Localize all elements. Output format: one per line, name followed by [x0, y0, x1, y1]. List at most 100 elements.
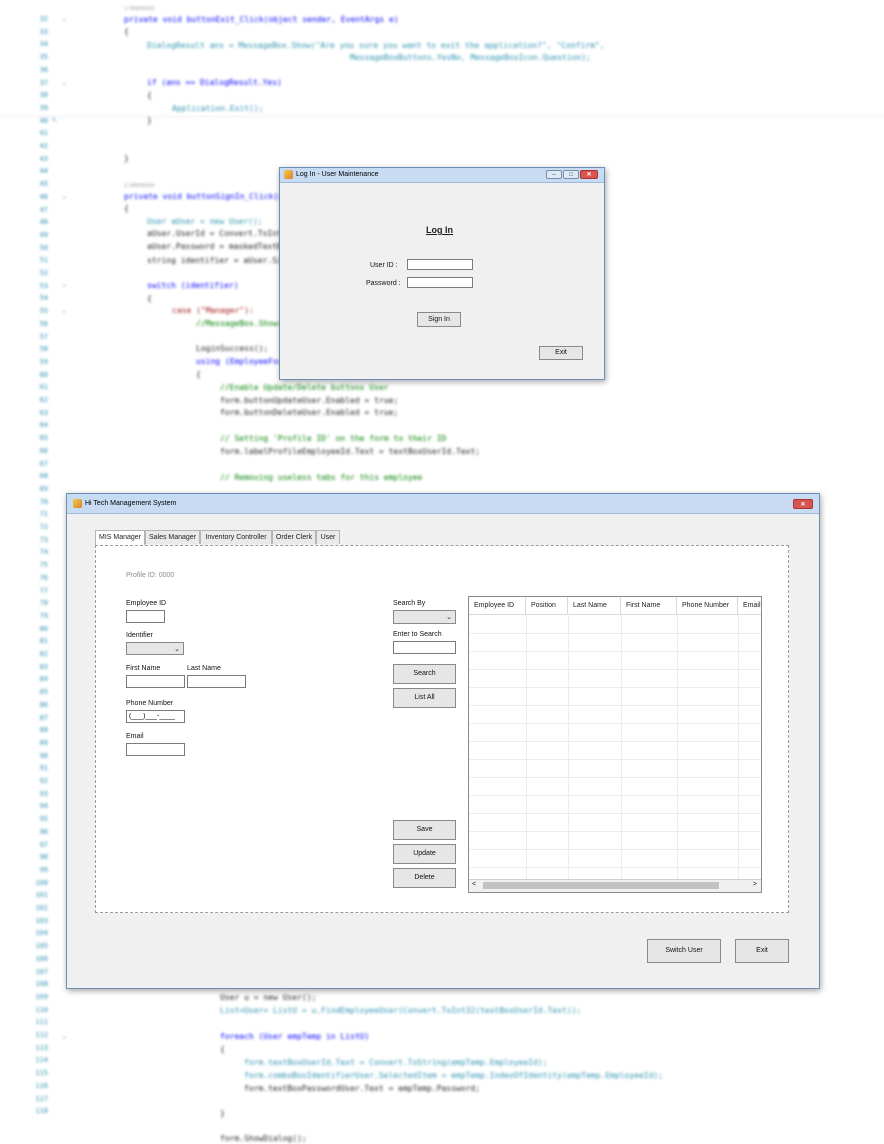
code-line: form.comboBoxIdentifierUser.SelectedItem… [244, 1071, 664, 1080]
line-number: 111 [35, 1018, 48, 1027]
table-row [469, 759, 761, 760]
line-number: 60 [39, 370, 48, 379]
phone-number-input[interactable] [126, 710, 185, 723]
maximize-button[interactable]: □ [563, 170, 579, 179]
line-number: 82 [39, 650, 48, 658]
phone-number-label: Phone Number [126, 700, 174, 707]
user-id-input[interactable] [407, 259, 473, 270]
line-number: 90 [39, 751, 48, 760]
line-number: 106 [35, 954, 48, 963]
table-row [469, 813, 761, 814]
close-button[interactable]: ✕ [580, 170, 598, 179]
code-line: { [196, 370, 201, 379]
line-number: 97 [39, 840, 48, 849]
code-line: } [220, 1109, 225, 1118]
line-number: 91 [39, 764, 48, 773]
delete-button[interactable]: Delete [393, 868, 456, 888]
code-line: form.buttonUpdateUser.Enabled = true; [220, 396, 399, 405]
code-line: { [124, 27, 129, 36]
fold-toggle-icon[interactable]: ⌄ [62, 78, 70, 86]
line-number: 74 [39, 548, 48, 557]
main-titlebar[interactable]: Hi Tech Management System ✕ [67, 494, 819, 514]
close-button[interactable]: ✕ [793, 499, 813, 509]
reference-count[interactable]: 1 reference [124, 6, 154, 12]
line-number: 78 [39, 599, 48, 608]
email-input[interactable] [126, 743, 185, 756]
list-all-button[interactable]: List All [393, 688, 456, 708]
profile-id-value: 0000 [158, 572, 175, 579]
minimize-button[interactable]: – [546, 170, 562, 179]
tab-order-clerk[interactable]: Order Clerk [272, 530, 316, 544]
user-id-label: User ID : [370, 262, 398, 269]
login-window-title: Log In - User Maintenance [296, 171, 379, 178]
main-window-title: Hi Tech Management System [85, 500, 177, 507]
fold-toggle-icon[interactable]: ⌄ [62, 1032, 70, 1040]
line-number: 116 [35, 1081, 48, 1090]
reference-count[interactable]: 1 reference [124, 183, 154, 189]
tab-mis-manager[interactable]: MIS Manager [95, 530, 145, 545]
line-number: 47 [39, 205, 48, 214]
fold-toggle-icon[interactable]: ⌄ [62, 192, 70, 200]
login-titlebar[interactable]: Log In - User Maintenance – □ ✕ [280, 168, 604, 183]
update-button[interactable]: Update [393, 844, 456, 864]
current-line-highlight [0, 116, 884, 117]
code-line: User aUser = new User(); [147, 217, 263, 226]
search-input[interactable] [393, 641, 456, 654]
table-row [469, 831, 761, 832]
password-input[interactable] [407, 277, 473, 288]
column-divider [677, 615, 678, 880]
scroll-left-icon[interactable]: < [472, 881, 476, 888]
code-line: DialogResult ans = MessageBox.Show("Are … [147, 41, 605, 50]
search-by-dropdown[interactable]: ⌄ [393, 610, 456, 624]
table-row [469, 687, 761, 688]
tab-page-mis-manager: Profile ID: 0000 Employee ID Identifier … [95, 545, 789, 913]
first-name-input[interactable] [126, 675, 185, 688]
employee-id-input[interactable] [126, 610, 165, 623]
fold-toggle-icon[interactable]: ⌄ [62, 15, 70, 23]
line-number: 65 [39, 434, 48, 443]
fold-toggle-icon[interactable]: ⌄ [62, 306, 70, 314]
identifier-dropdown[interactable]: ⌄ [126, 642, 184, 655]
fold-toggle-icon[interactable]: ⌄ [62, 280, 70, 288]
switch-user-button[interactable]: Switch User [647, 939, 721, 963]
tab-inventory-controller[interactable]: Inventory Controller [200, 530, 272, 544]
line-number: 33 [39, 27, 48, 36]
line-number: 79 [39, 611, 48, 620]
tab-sales-manager[interactable]: Sales Manager [145, 530, 200, 544]
edit-pencil-icon: ✎ [52, 116, 57, 124]
code-line: //Enable Update/Delete buttons User [220, 383, 389, 392]
line-number: 41 [39, 129, 48, 138]
scroll-right-icon[interactable]: > [753, 881, 757, 888]
code-line: } [147, 116, 152, 125]
column-divider [526, 615, 527, 880]
sign-in-button[interactable]: Sign In [417, 312, 461, 327]
code-line: MessageBoxButtons.YesNo, MessageBoxIcon.… [350, 53, 591, 62]
login-heading: Log In [426, 225, 453, 235]
search-button[interactable]: Search [393, 664, 456, 684]
last-name-input[interactable] [187, 675, 246, 688]
line-number: 71 [39, 510, 48, 519]
exit-button[interactable]: Exit [539, 346, 583, 360]
code-line: LoginSuccess(); [196, 344, 269, 353]
scroll-thumb[interactable] [483, 882, 719, 889]
exit-button[interactable]: Exit [735, 939, 789, 963]
first-name-label: First Name [126, 665, 161, 672]
line-number: 108 [35, 980, 48, 989]
horizontal-scrollbar[interactable]: < > [469, 879, 761, 892]
line-number: 109 [35, 992, 48, 1001]
line-number: 59 [39, 357, 48, 366]
identifier-label: Identifier [126, 632, 153, 639]
line-number: 70 [39, 497, 48, 506]
line-number: 83 [39, 662, 48, 671]
employee-grid[interactable]: Employee ID Position Last Name First Nam… [468, 596, 762, 893]
line-number: 117 [35, 1094, 48, 1103]
line-number: 115 [35, 1069, 48, 1078]
line-number: 63 [39, 408, 48, 417]
line-number: 58 [39, 345, 48, 354]
line-number: 95 [39, 815, 48, 824]
table-row [469, 867, 761, 868]
save-button[interactable]: Save [393, 820, 456, 840]
code-line: switch (identifier) [147, 281, 239, 290]
tab-user[interactable]: User [316, 530, 340, 544]
enter-to-search-label: Enter to Search [393, 631, 442, 638]
